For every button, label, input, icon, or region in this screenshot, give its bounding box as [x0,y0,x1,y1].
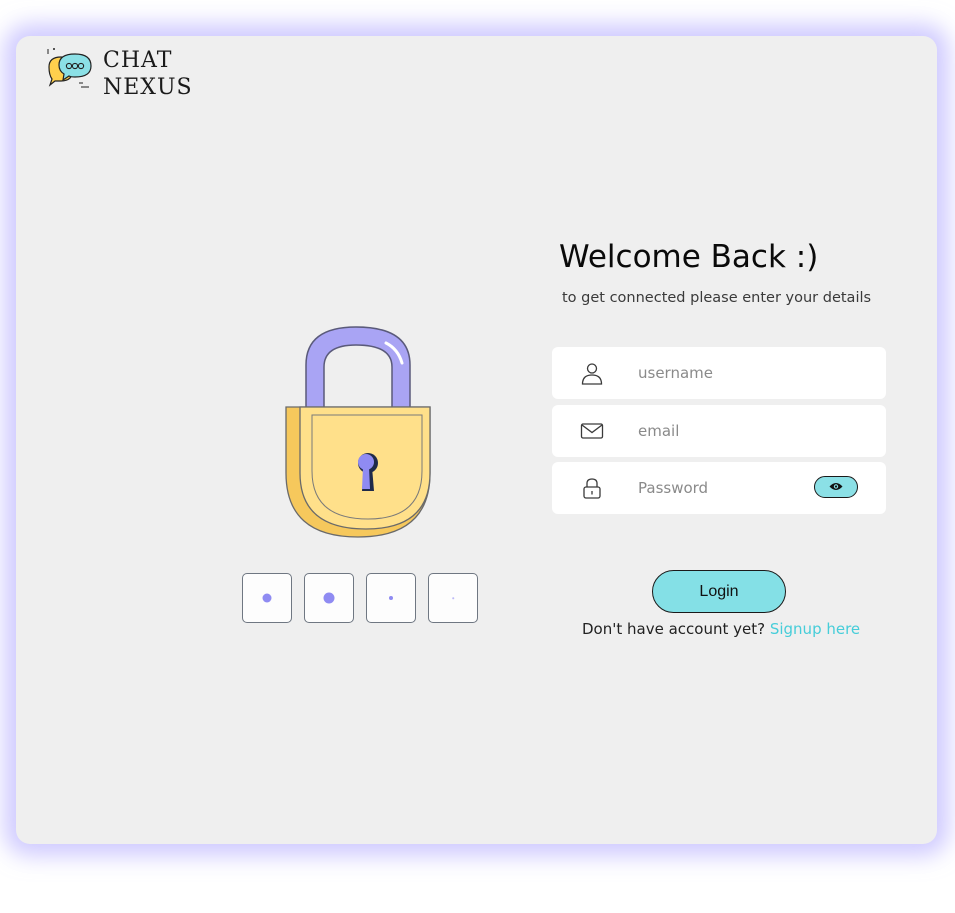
page-subtitle: to get connected please enter your detai… [562,290,872,306]
padlock-icon [285,326,431,538]
app-logo[interactable]: CHAT NEXUS [45,45,205,105]
email-input[interactable] [638,418,808,444]
pin-dot-icon [323,592,335,604]
signup-prompt-line: Don't have account yet? Signup here [582,620,860,638]
login-card: CHAT NEXUS Welcome Back :) to get connec… [16,36,937,844]
pin-dot-icon [389,596,393,600]
envelope-icon [580,423,604,439]
pin-indicator-row [240,573,480,627]
username-input[interactable] [638,360,808,386]
chat-bubbles-logo-icon [47,48,92,88]
password-input[interactable] [638,475,808,501]
app-name: CHAT NEXUS [103,47,193,101]
pin-dot-icon [452,597,454,599]
eye-icon [829,483,843,490]
pin-box-4 [428,573,478,623]
app-name-line1: CHAT [103,48,173,73]
pin-dot-icon [262,593,272,603]
page-title: Welcome Back :) [559,239,819,275]
login-form: Welcome Back :) to get connected please … [552,236,892,638]
user-icon [581,363,603,385]
signup-prompt: Don't have account yet? [582,620,766,638]
pin-box-1 [242,573,292,623]
signup-link[interactable]: Signup here [770,620,860,638]
pin-box-3 [366,573,416,623]
username-field[interactable] [552,347,886,399]
app-name-line2: NEXUS [103,75,193,100]
pin-box-2 [304,573,354,623]
password-field[interactable] [552,462,886,514]
email-field[interactable] [552,405,886,457]
show-password-toggle[interactable] [814,476,858,498]
lock-icon [583,478,601,499]
login-button[interactable]: Login [652,570,786,613]
